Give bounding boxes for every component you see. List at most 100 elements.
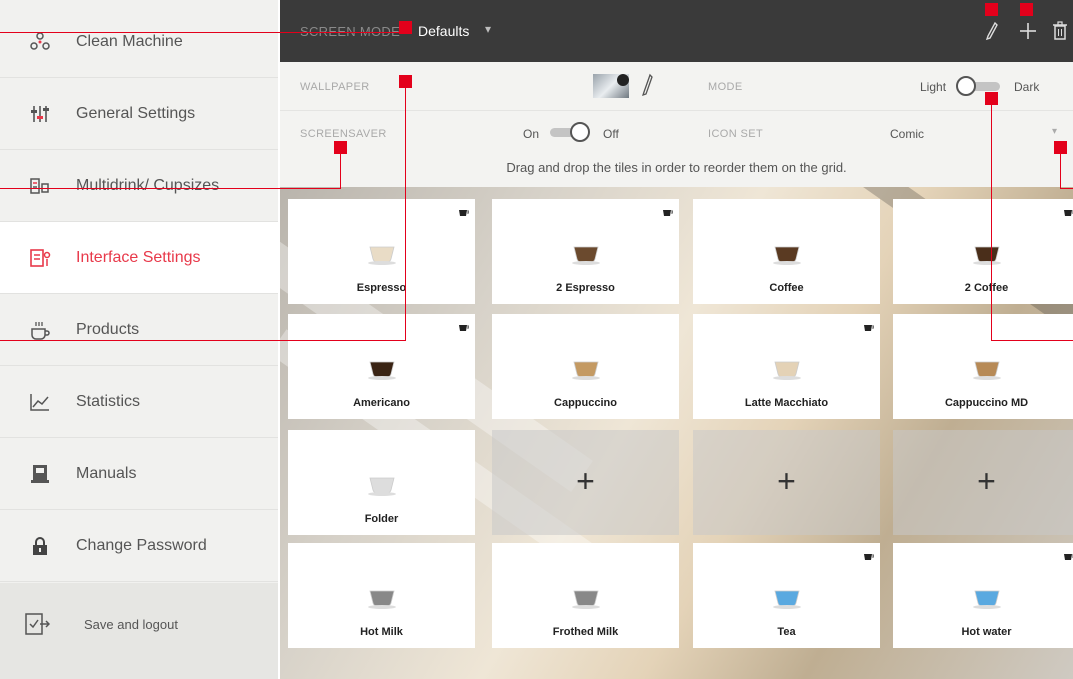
product-tile-label: Cappuccino MD (944, 397, 1029, 409)
cup-icon (1064, 549, 1073, 560)
plus-icon: + (977, 463, 996, 499)
sidebar-item-label: Change Password (76, 536, 207, 554)
product-image (566, 221, 606, 271)
product-image (967, 221, 1007, 271)
product-tile-label: Frothed Milk (552, 626, 619, 638)
product-tile-label: Latte Macchiato (744, 397, 829, 409)
product-tile-label: Hot Milk (360, 626, 403, 638)
product-image (362, 565, 402, 615)
plus-icon: + (777, 463, 796, 499)
sidebar-item-label: Manuals (76, 464, 137, 482)
product-image (967, 565, 1007, 615)
logout-icon (24, 611, 51, 637)
product-tile-label: Espresso (356, 282, 407, 294)
sidebar-item-clean-machine[interactable]: Clean Machine (0, 6, 278, 78)
product-tile-label: Coffee (769, 282, 804, 294)
wallpaper-thumbnail-mark (617, 74, 629, 86)
product-tile-label: Cappuccino (554, 397, 617, 409)
product-image (566, 565, 606, 615)
screensaver-toggle[interactable] (544, 122, 592, 142)
sidebar-item-products[interactable]: Products (0, 294, 278, 366)
add-tile-button[interactable]: + (893, 430, 1073, 535)
product-image (767, 565, 807, 615)
product-tile[interactable]: Coffee (693, 199, 880, 304)
screen-mode-dropdown[interactable]: Defaults (418, 23, 469, 39)
interface-settings-icon (28, 246, 52, 270)
chevron-down-icon[interactable]: ▾ (1052, 126, 1057, 137)
product-image (362, 336, 402, 386)
clean-machine-icon (28, 30, 52, 54)
divider (280, 110, 1073, 111)
save-and-logout-button[interactable]: Save and logout (0, 583, 278, 679)
sidebar: Clean Machine General Settings Multidrin… (0, 0, 278, 679)
plus-icon[interactable] (1016, 18, 1040, 44)
product-tile[interactable]: Hot Milk (288, 543, 475, 648)
product-tile[interactable]: Latte Macchiato (693, 314, 880, 419)
mode-light-label: Light (920, 80, 947, 94)
product-tile-label: Folder (364, 513, 399, 525)
add-tile-button[interactable]: + (492, 430, 679, 535)
screen-mode-label: SCREEN MODE (300, 24, 401, 39)
product-tile-label: Tea (777, 626, 796, 638)
icon-set-dropdown[interactable]: Comic (890, 127, 924, 141)
sidebar-item-label: Multidrink/ Cupsizes (76, 176, 220, 194)
product-image (767, 221, 807, 271)
mode-dark-label: Dark (1014, 80, 1040, 94)
drag-drop-hint: Drag and drop the tiles in order to reor… (506, 160, 847, 175)
sliders-icon (28, 102, 52, 126)
trash-icon[interactable] (1048, 18, 1072, 44)
screensaver-label: SCREENSAVER (300, 128, 387, 140)
screensaver-off-label: Off (603, 127, 619, 141)
products-icon (28, 318, 52, 342)
add-tile-button[interactable]: + (693, 430, 880, 535)
manuals-icon (28, 462, 52, 486)
chevron-down-icon[interactable]: ▾ (485, 22, 491, 36)
product-tile[interactable]: Cappuccino MD (893, 314, 1073, 419)
screensaver-on-label: On (523, 127, 540, 141)
mode-label: MODE (708, 81, 743, 93)
lock-icon (28, 534, 52, 558)
sidebar-item-label: Statistics (76, 392, 141, 410)
sidebar-item-label: General Settings (76, 104, 196, 122)
product-image (967, 336, 1007, 386)
product-tile[interactable]: Frothed Milk (492, 543, 679, 648)
tile-grid: Espresso 2 Espresso Coffee 2 Coffee American… (280, 187, 1073, 679)
product-image (362, 452, 402, 502)
sidebar-item-label: Products (76, 320, 140, 338)
wallpaper-label: WALLPAPER (300, 81, 370, 93)
top-bar: SCREEN MODE Defaults ▾ (280, 0, 1073, 62)
cup-icon (1064, 205, 1073, 216)
edit-icon[interactable] (980, 18, 1004, 44)
product-tile[interactable]: Hot water (893, 543, 1073, 648)
product-image (566, 336, 606, 386)
sidebar-item-multidrink[interactable]: Multidrink/ Cupsizes (0, 150, 278, 222)
cup-icon (864, 320, 875, 331)
product-tile[interactable]: Tea (693, 543, 880, 648)
save-and-logout-label: Save and logout (84, 617, 178, 632)
statistics-icon (28, 390, 52, 414)
product-tile-label: 2 Coffee (964, 282, 1009, 294)
product-tile[interactable]: Folder (288, 430, 475, 535)
product-tile[interactable]: Cappuccino (492, 314, 679, 419)
product-image (767, 336, 807, 386)
mode-toggle[interactable] (956, 76, 1004, 96)
product-tile-label: 2 Espresso (556, 282, 615, 294)
product-image (362, 221, 402, 271)
sidebar-item-statistics[interactable]: Statistics (0, 366, 278, 438)
multidrink-icon (28, 174, 52, 198)
plus-icon: + (576, 463, 595, 499)
sidebar-item-label: Clean Machine (76, 32, 183, 50)
sidebar-item-label: Interface Settings (76, 248, 201, 266)
sidebar-item-manuals[interactable]: Manuals (0, 438, 278, 510)
edit-wallpaper-icon[interactable] (641, 73, 654, 102)
product-tile[interactable]: 2 Espresso (492, 199, 679, 304)
cup-icon (459, 205, 470, 216)
sidebar-item-general-settings[interactable]: General Settings (0, 78, 278, 150)
product-tile[interactable]: 2 Coffee (893, 199, 1073, 304)
cup-icon (459, 320, 470, 331)
product-tile-label: Americano (353, 397, 410, 409)
product-tile[interactable]: Americano (288, 314, 475, 419)
sidebar-item-change-password[interactable]: Change Password (0, 510, 278, 582)
product-tile[interactable]: Espresso (288, 199, 475, 304)
sidebar-item-interface-settings[interactable]: Interface Settings (0, 222, 278, 294)
